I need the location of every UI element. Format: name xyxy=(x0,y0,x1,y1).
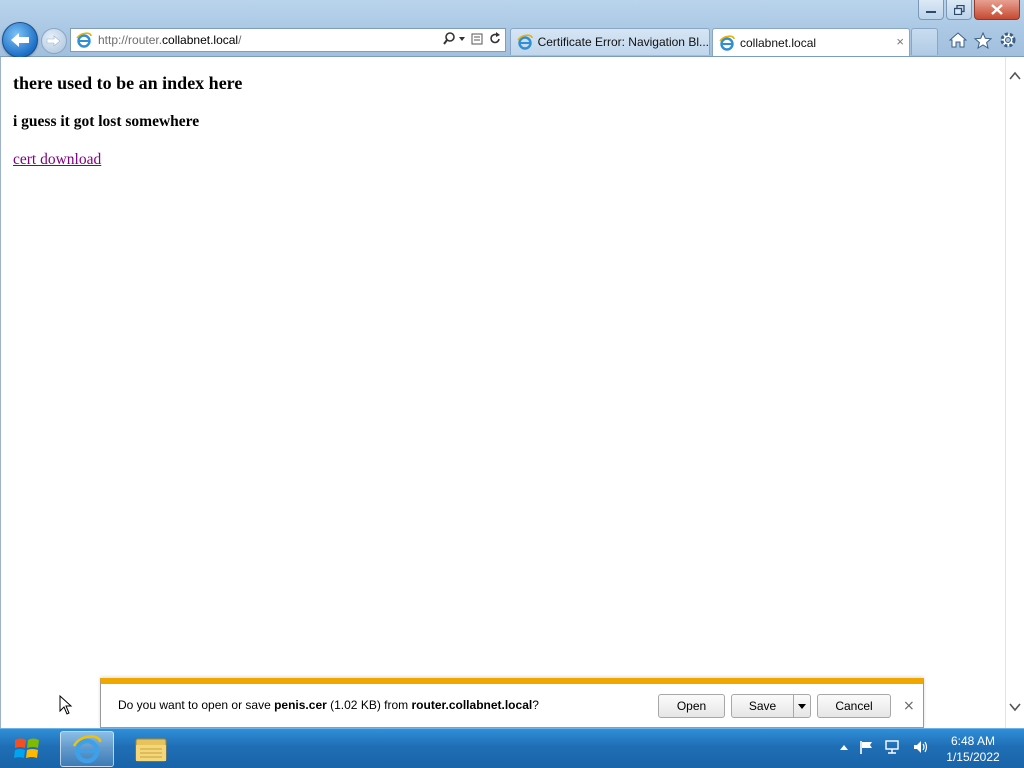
ie-page-icon xyxy=(76,32,92,48)
address-bar[interactable]: http://router.collabnet.local/ xyxy=(70,28,506,52)
clock-time: 6:48 AM xyxy=(950,734,996,748)
chevron-down-icon xyxy=(798,703,806,709)
gear-icon xyxy=(1000,32,1016,48)
address-url[interactable]: http://router.collabnet.local/ xyxy=(98,33,241,47)
tab-close-icon[interactable]: × xyxy=(896,34,904,49)
tab-certificate-error[interactable]: Certificate Error: Navigation Bl... xyxy=(510,28,710,55)
page-subheading: i guess it got lost somewhere xyxy=(13,113,200,130)
close-window-button[interactable] xyxy=(974,0,1020,20)
show-hidden-icons-icon[interactable] xyxy=(840,744,848,750)
back-arrow-icon xyxy=(11,33,29,47)
back-button[interactable] xyxy=(2,22,38,58)
taskbar: 6:48 AM 1/15/2022 xyxy=(0,728,1024,768)
restore-icon xyxy=(953,4,965,15)
scroll-up-icon[interactable] xyxy=(1009,71,1021,80)
star-icon xyxy=(974,31,992,49)
cert-download-link[interactable]: cert download xyxy=(13,151,101,169)
tools-button[interactable] xyxy=(998,30,1018,50)
ie-page-icon xyxy=(517,34,533,50)
ie-page-icon xyxy=(719,34,735,51)
system-tray xyxy=(840,739,930,755)
system-clock[interactable]: 6:48 AM 1/15/2022 xyxy=(940,733,1006,765)
taskbar-internet-explorer[interactable] xyxy=(60,731,114,767)
minimize-icon xyxy=(926,10,936,13)
open-button[interactable]: Open xyxy=(658,694,725,718)
favorites-button[interactable] xyxy=(973,30,993,50)
start-button[interactable] xyxy=(5,731,49,767)
volume-icon[interactable] xyxy=(912,739,930,755)
vertical-scrollbar[interactable] xyxy=(1005,57,1024,728)
forward-button[interactable] xyxy=(41,28,67,54)
tab-label: collabnet.local xyxy=(740,35,817,50)
mouse-cursor-icon xyxy=(59,695,73,715)
download-notification-bar: Do you want to open or save penis.cer (1… xyxy=(100,678,924,728)
taskbar-file-explorer[interactable] xyxy=(124,731,178,767)
save-options-dropdown[interactable] xyxy=(793,694,811,718)
new-tab-button[interactable] xyxy=(911,28,938,55)
cancel-button[interactable]: Cancel xyxy=(817,694,891,718)
forward-arrow-icon xyxy=(46,35,61,47)
action-center-flag-icon[interactable] xyxy=(858,739,874,755)
address-tools xyxy=(443,32,501,46)
refresh-icon[interactable] xyxy=(489,32,501,46)
tab-collabnet-local[interactable]: collabnet.local × xyxy=(712,28,910,56)
download-message: Do you want to open or save penis.cer (1… xyxy=(118,698,539,712)
compatibility-view-icon[interactable] xyxy=(471,32,483,46)
home-button[interactable] xyxy=(948,30,968,50)
folder-icon xyxy=(135,738,167,762)
save-button[interactable]: Save xyxy=(731,694,794,718)
browser-chrome: http://router.collabnet.local/ Certifica… xyxy=(0,0,1024,58)
internet-explorer-icon xyxy=(72,735,102,764)
windows-logo-icon xyxy=(14,738,39,758)
scroll-down-icon[interactable] xyxy=(1009,703,1021,712)
tab-label: Certificate Error: Navigation Bl... xyxy=(537,35,709,49)
restore-button[interactable] xyxy=(946,0,972,20)
page-heading: there used to be an index here xyxy=(13,73,243,93)
search-icon[interactable] xyxy=(443,32,465,46)
network-icon[interactable] xyxy=(884,739,902,755)
window-controls xyxy=(918,0,1020,20)
page-viewport: there used to be an index here i guess i… xyxy=(0,57,1024,728)
clock-date: 1/15/2022 xyxy=(946,750,1000,764)
close-notification-icon[interactable]: × xyxy=(903,698,915,714)
home-icon xyxy=(949,32,967,48)
minimize-button[interactable] xyxy=(918,0,944,20)
close-icon xyxy=(991,4,1003,15)
